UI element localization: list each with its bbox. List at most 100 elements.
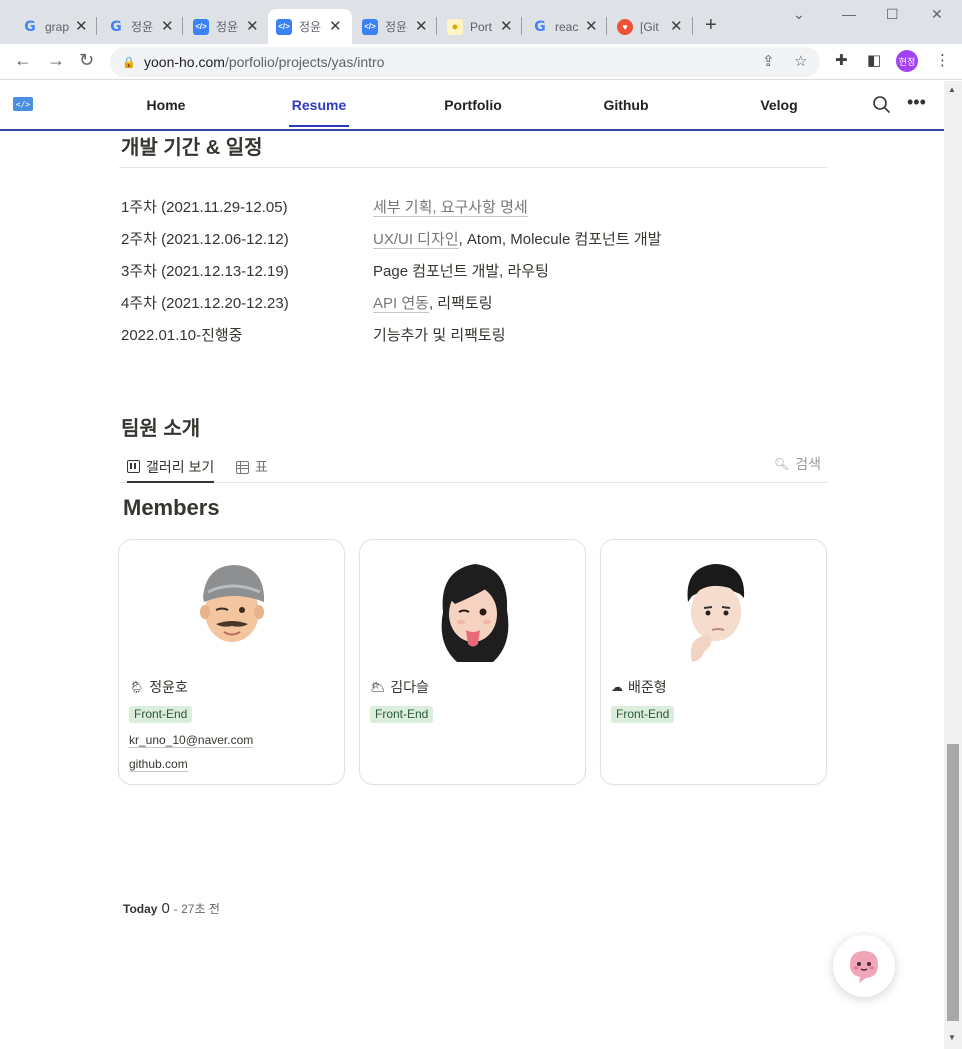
minimize-icon[interactable]: —	[842, 6, 856, 22]
close-tab-icon[interactable]: ✕	[246, 19, 259, 34]
scroll-up-icon[interactable]: ▲	[948, 85, 956, 94]
close-tab-icon[interactable]: ✕	[329, 19, 342, 34]
bookmark-star-icon[interactable]: ☆	[794, 52, 807, 70]
tab-gallery-label: 갤러리 보기	[146, 458, 215, 475]
divider	[119, 167, 827, 168]
browser-tab[interactable]: ● Port ✕	[439, 9, 521, 44]
member-card[interactable]: 🌦 정윤호 Front-End kr_uno_10@naver.com githu…	[118, 539, 345, 785]
schedule-text: Page 컴포넌트 개발, 라우팅	[373, 263, 549, 280]
today-count: 0	[161, 900, 170, 917]
maximize-icon[interactable]: ☐	[886, 6, 899, 23]
nav-home[interactable]: Home	[116, 97, 216, 113]
role-tag: Front-End	[129, 706, 193, 723]
member-card[interactable]: ☁ 배준형 Front-End	[600, 539, 827, 785]
back-icon[interactable]: ←	[14, 50, 32, 71]
more-menu-icon[interactable]: ⋮	[935, 51, 950, 69]
tab-table-label: 표	[255, 459, 268, 475]
close-tab-icon[interactable]: ✕	[500, 19, 513, 34]
site-header: </> Home Resume Portfolio Github Velog •…	[0, 81, 944, 131]
schedule-link[interactable]: API 연동	[373, 295, 429, 313]
memoji-avatar-wink	[441, 564, 509, 662]
close-tab-icon[interactable]: ✕	[585, 19, 598, 34]
code-icon: </>	[276, 18, 292, 35]
browser-tab[interactable]: G grap ✕	[14, 9, 96, 44]
member-email[interactable]: kr_uno_10@naver.com	[129, 733, 254, 748]
new-tab-button[interactable]: +	[705, 14, 717, 37]
member-name: 🌥 김다슬	[370, 679, 429, 695]
git-icon: ♥	[617, 18, 633, 35]
close-tab-icon[interactable]: ✕	[75, 19, 88, 34]
side-panel-icon[interactable]: ◧	[867, 51, 881, 69]
role-tag: Front-End	[611, 706, 675, 723]
more-icon[interactable]: •••	[907, 92, 926, 113]
schedule-row: 2주차 (2021.12.06-12.12) UX/UI 디자인, Atom, …	[121, 228, 821, 250]
tab-separator	[606, 17, 607, 35]
browser-tab[interactable]: G reac ✕	[524, 9, 606, 44]
schedule-row: 4주차 (2021.12.20-12.23) API 연동, 리팩토링	[121, 292, 821, 314]
schedule-row: 2022.01.10-진행중 기능추가 및 리팩토링	[121, 324, 821, 346]
share-icon[interactable]: ⇪	[762, 52, 775, 70]
weather-icon: 🌦	[129, 680, 145, 694]
memoji-avatar-thinking	[687, 564, 745, 662]
profile-avatar[interactable]: 현정	[896, 50, 918, 72]
browser-tab-active[interactable]: </> 정윤 ✕	[268, 9, 352, 44]
reload-icon[interactable]: ↻	[79, 50, 94, 71]
role-tag: Front-End	[370, 706, 434, 723]
schedule-row: 1주차 (2021.11.29-12.05) 세부 기획, 요구사항 명세	[121, 196, 821, 218]
site-logo-icon[interactable]: </>	[13, 97, 33, 111]
member-link[interactable]: github.com	[129, 757, 188, 772]
tab-gallery-view[interactable]: 갤러리 보기	[127, 452, 215, 483]
today-label: Today	[123, 902, 158, 916]
weather-icon: 🌥	[370, 680, 386, 694]
schedule-period: 4주차 (2021.12.20-12.23)	[121, 295, 289, 312]
google-icon: G	[24, 18, 36, 35]
tab-separator	[182, 17, 183, 35]
browser-tab[interactable]: ♥ [Git ✕	[609, 9, 691, 44]
nav-portfolio[interactable]: Portfolio	[423, 97, 523, 113]
schedule-link[interactable]: 세부 기획, 요구사항 명세	[373, 199, 528, 217]
lock-icon[interactable]: 🔒	[122, 56, 136, 69]
tab-separator	[692, 17, 693, 35]
schedule-row: 3주차 (2021.12.13-12.19) Page 컴포넌트 개발, 라우팅	[121, 260, 821, 282]
tab-search-icon[interactable]: ⌄	[793, 6, 805, 23]
schedule-link[interactable]: UX/UI 디자인	[373, 231, 459, 249]
address-bar[interactable]: 🔒 yoon-ho.com/porfolio/projects/yas/intr…	[110, 47, 820, 77]
nav-resume[interactable]: Resume	[269, 97, 369, 113]
nav-github[interactable]: Github	[576, 97, 676, 113]
forward-icon[interactable]: →	[47, 50, 65, 71]
browser-tab[interactable]: </> 정윤 ✕	[354, 9, 436, 44]
close-window-icon[interactable]: ✕	[931, 6, 943, 23]
close-tab-icon[interactable]: ✕	[415, 19, 428, 34]
schedule-heading: 개발 기간 & 일정	[121, 137, 263, 159]
url-path: /porfolio/projects/yas/intro	[224, 54, 385, 70]
browser-tab[interactable]: G 정윤 ✕	[100, 9, 182, 44]
schedule-period: 3주차 (2021.12.13-12.19)	[121, 263, 289, 280]
schedule-desc: UX/UI 디자인, Atom, Molecule 컴포넌트 개발	[373, 228, 661, 249]
schedule-period: 1주차 (2021.11.29-12.05)	[121, 199, 288, 216]
google-icon: G	[110, 18, 122, 35]
search-icon: 🔍︎	[774, 457, 790, 471]
last-updated: - 27초 전	[173, 902, 220, 916]
close-tab-icon[interactable]: ✕	[670, 19, 683, 34]
schedule-text: , 리팩토링	[428, 295, 493, 312]
browser-tab[interactable]: </> 정윤 ✕	[185, 9, 267, 44]
schedule-text: 기능추가 및 리팩토링	[373, 327, 506, 344]
chat-widget-button[interactable]	[833, 935, 895, 997]
search-icon[interactable]	[872, 95, 891, 114]
code-icon: </>	[193, 18, 209, 35]
nav-active-underline	[289, 125, 349, 127]
extensions-icon[interactable]: ✚	[835, 51, 848, 69]
page-scrollbar[interactable]: ▲ ▼	[944, 81, 962, 1049]
member-card[interactable]: 🌥 김다슬 Front-End	[359, 539, 586, 785]
search-button[interactable]: 🔍︎ 검색	[774, 454, 821, 474]
close-tab-icon[interactable]: ✕	[161, 19, 174, 34]
tab-table-view[interactable]: 표	[236, 452, 268, 482]
browser-toolbar: ← → ↻ 🔒 yoon-ho.com/porfolio/projects/ya…	[0, 44, 962, 80]
url-host: yoon-ho.com	[144, 54, 225, 70]
google-icon: G	[534, 18, 546, 35]
team-heading: 팀원 소개	[121, 418, 201, 440]
scroll-thumb[interactable]	[947, 744, 959, 1021]
schedule-period: 2주차 (2021.12.06-12.12)	[121, 231, 289, 248]
nav-velog[interactable]: Velog	[729, 97, 829, 113]
scroll-down-icon[interactable]: ▼	[948, 1033, 956, 1042]
